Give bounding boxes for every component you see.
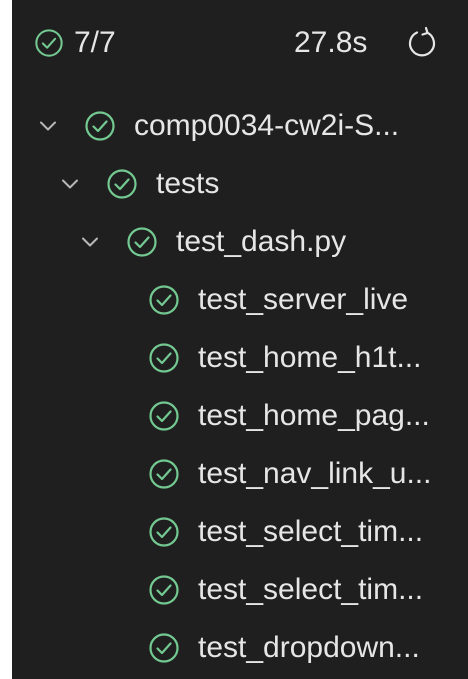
pass-circle-icon	[34, 28, 64, 58]
test-duration: 27.8s	[294, 26, 368, 59]
pass-circle-icon	[148, 516, 180, 548]
test-item[interactable]: test_dropdown...	[12, 619, 468, 677]
pass-circle-icon	[106, 168, 138, 200]
test-item-label: test_select_tim...	[198, 573, 424, 606]
test-item-label: test_select_tim...	[198, 515, 424, 548]
pass-circle-icon	[84, 110, 116, 142]
test-item-label: test_server_live	[198, 283, 409, 316]
pass-circle-icon	[148, 284, 180, 316]
refresh-icon[interactable]	[406, 26, 438, 60]
test-item[interactable]: test_server_live	[12, 271, 468, 329]
pass-circle-icon	[148, 342, 180, 374]
test-tree: comp0034-cw2i-S... tests test_dash.py te…	[12, 97, 468, 677]
tree-item-label: test_dash.py	[176, 225, 347, 258]
chevron-down-icon[interactable]	[38, 116, 58, 136]
chevron-down-icon[interactable]	[60, 174, 80, 194]
pass-circle-icon	[126, 226, 158, 258]
test-item[interactable]: test_home_pag...	[12, 387, 468, 445]
tree-item-project[interactable]: comp0034-cw2i-S...	[12, 97, 468, 155]
test-item-label: test_home_h1t...	[198, 341, 422, 374]
tree-item-file[interactable]: test_dash.py	[12, 213, 468, 271]
pass-circle-icon	[148, 574, 180, 606]
test-item-label: test_home_pag...	[198, 399, 430, 432]
tree-item-label: tests	[156, 167, 220, 200]
test-item[interactable]: test_nav_link_u...	[12, 445, 468, 503]
tree-item-label: comp0034-cw2i-S...	[134, 109, 400, 142]
test-item[interactable]: test_select_tim...	[12, 561, 468, 619]
pass-circle-icon	[148, 400, 180, 432]
tree-item-folder[interactable]: tests	[12, 155, 468, 213]
test-item-label: test_nav_link_u...	[198, 457, 432, 490]
test-explorer-panel: 7/7 27.8s comp0034-cw2i-S... tests test_…	[12, 0, 468, 679]
pass-circle-icon	[148, 458, 180, 490]
pass-circle-icon	[148, 632, 180, 664]
test-item-label: test_dropdown...	[198, 631, 420, 664]
chevron-down-icon[interactable]	[80, 232, 100, 252]
test-pass-count: 7/7	[74, 26, 116, 59]
test-item[interactable]: test_select_tim...	[12, 503, 468, 561]
test-summary-bar: 7/7 27.8s	[12, 0, 468, 80]
test-item[interactable]: test_home_h1t...	[12, 329, 468, 387]
